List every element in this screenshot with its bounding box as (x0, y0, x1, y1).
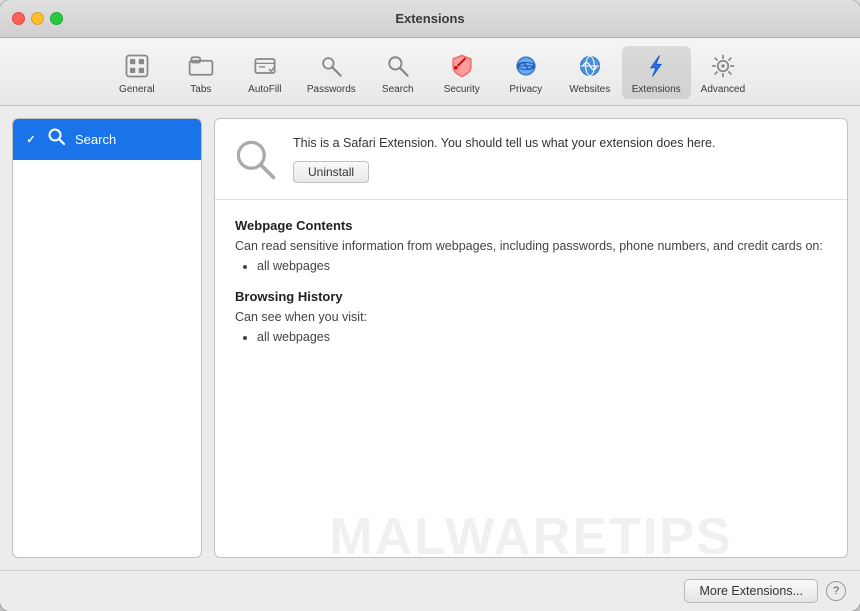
toolbar-item-tabs[interactable]: Tabs (169, 46, 233, 99)
extension-description: This is a Safari Extension. You should t… (293, 135, 831, 153)
extensions-icon (640, 50, 672, 82)
maximize-button[interactable] (50, 12, 63, 25)
toolbar-icons: General Tabs (105, 46, 755, 99)
toolbar-item-websites[interactable]: Websites (558, 46, 622, 99)
general-icon (121, 50, 153, 82)
main-content: Search This is a Safari Extension. You s… (0, 106, 860, 570)
webpage-contents-desc: Can read sensitive information from webp… (235, 237, 827, 256)
webpage-contents-item: all webpages (257, 259, 827, 273)
window-title: Extensions (395, 11, 464, 26)
browsing-history-list: all webpages (257, 330, 827, 344)
toolbar-item-security[interactable]: Security (430, 46, 494, 99)
extension-icon (231, 135, 279, 183)
extension-checkbox[interactable] (23, 132, 39, 148)
autofill-icon (249, 50, 281, 82)
uninstall-button[interactable]: Uninstall (293, 161, 369, 183)
toolbar-item-search[interactable]: Search (366, 46, 430, 99)
browsing-history-item: all webpages (257, 330, 827, 344)
help-button[interactable]: ? (826, 581, 846, 601)
watermark: MALWARETIPS (215, 507, 847, 557)
toolbar: General Tabs (0, 38, 860, 106)
autofill-label: AutoFill (248, 84, 281, 95)
detail-header: This is a Safari Extension. You should t… (215, 119, 847, 200)
sidebar: Search (12, 118, 202, 558)
general-label: General (119, 84, 155, 95)
browsing-history-desc: Can see when you visit: (235, 308, 827, 327)
websites-label: Websites (569, 84, 610, 95)
browsing-history-title: Browsing History (235, 289, 827, 304)
permissions-section-webpage: Webpage Contents Can read sensitive info… (235, 218, 827, 273)
websites-icon (574, 50, 606, 82)
more-extensions-button[interactable]: More Extensions... (684, 579, 818, 603)
detail-panel: This is a Safari Extension. You should t… (214, 118, 848, 558)
permissions-section-history: Browsing History Can see when you visit:… (235, 289, 827, 344)
passwords-icon (315, 50, 347, 82)
privacy-icon (510, 50, 542, 82)
webpage-contents-list: all webpages (257, 259, 827, 273)
toolbar-item-extensions[interactable]: Extensions (622, 46, 691, 99)
titlebar: Extensions (0, 0, 860, 38)
privacy-label: Privacy (509, 84, 542, 95)
advanced-label: Advanced (701, 84, 745, 95)
tabs-label: Tabs (190, 84, 211, 95)
toolbar-item-passwords[interactable]: Passwords (297, 46, 366, 99)
sidebar-item-search[interactable]: Search (13, 119, 201, 160)
security-icon (446, 50, 478, 82)
main-window: Extensions General (0, 0, 860, 611)
search-toolbar-icon (382, 50, 414, 82)
tabs-icon (185, 50, 217, 82)
bottom-bar: More Extensions... ? (0, 570, 860, 611)
passwords-label: Passwords (307, 84, 356, 95)
extension-info: This is a Safari Extension. You should t… (293, 135, 831, 183)
close-button[interactable] (12, 12, 25, 25)
sidebar-search-icon (47, 127, 67, 152)
detail-body: Webpage Contents Can read sensitive info… (215, 200, 847, 557)
extensions-label: Extensions (632, 84, 681, 95)
toolbar-item-privacy[interactable]: Privacy (494, 46, 558, 99)
toolbar-item-advanced[interactable]: Advanced (691, 46, 755, 99)
toolbar-item-autofill[interactable]: AutoFill (233, 46, 297, 99)
minimize-button[interactable] (31, 12, 44, 25)
advanced-icon (707, 50, 739, 82)
traffic-lights (12, 12, 63, 25)
search-label: Search (382, 84, 414, 95)
sidebar-item-label: Search (75, 132, 116, 147)
security-label: Security (444, 84, 480, 95)
toolbar-item-general[interactable]: General (105, 46, 169, 99)
webpage-contents-title: Webpage Contents (235, 218, 827, 233)
